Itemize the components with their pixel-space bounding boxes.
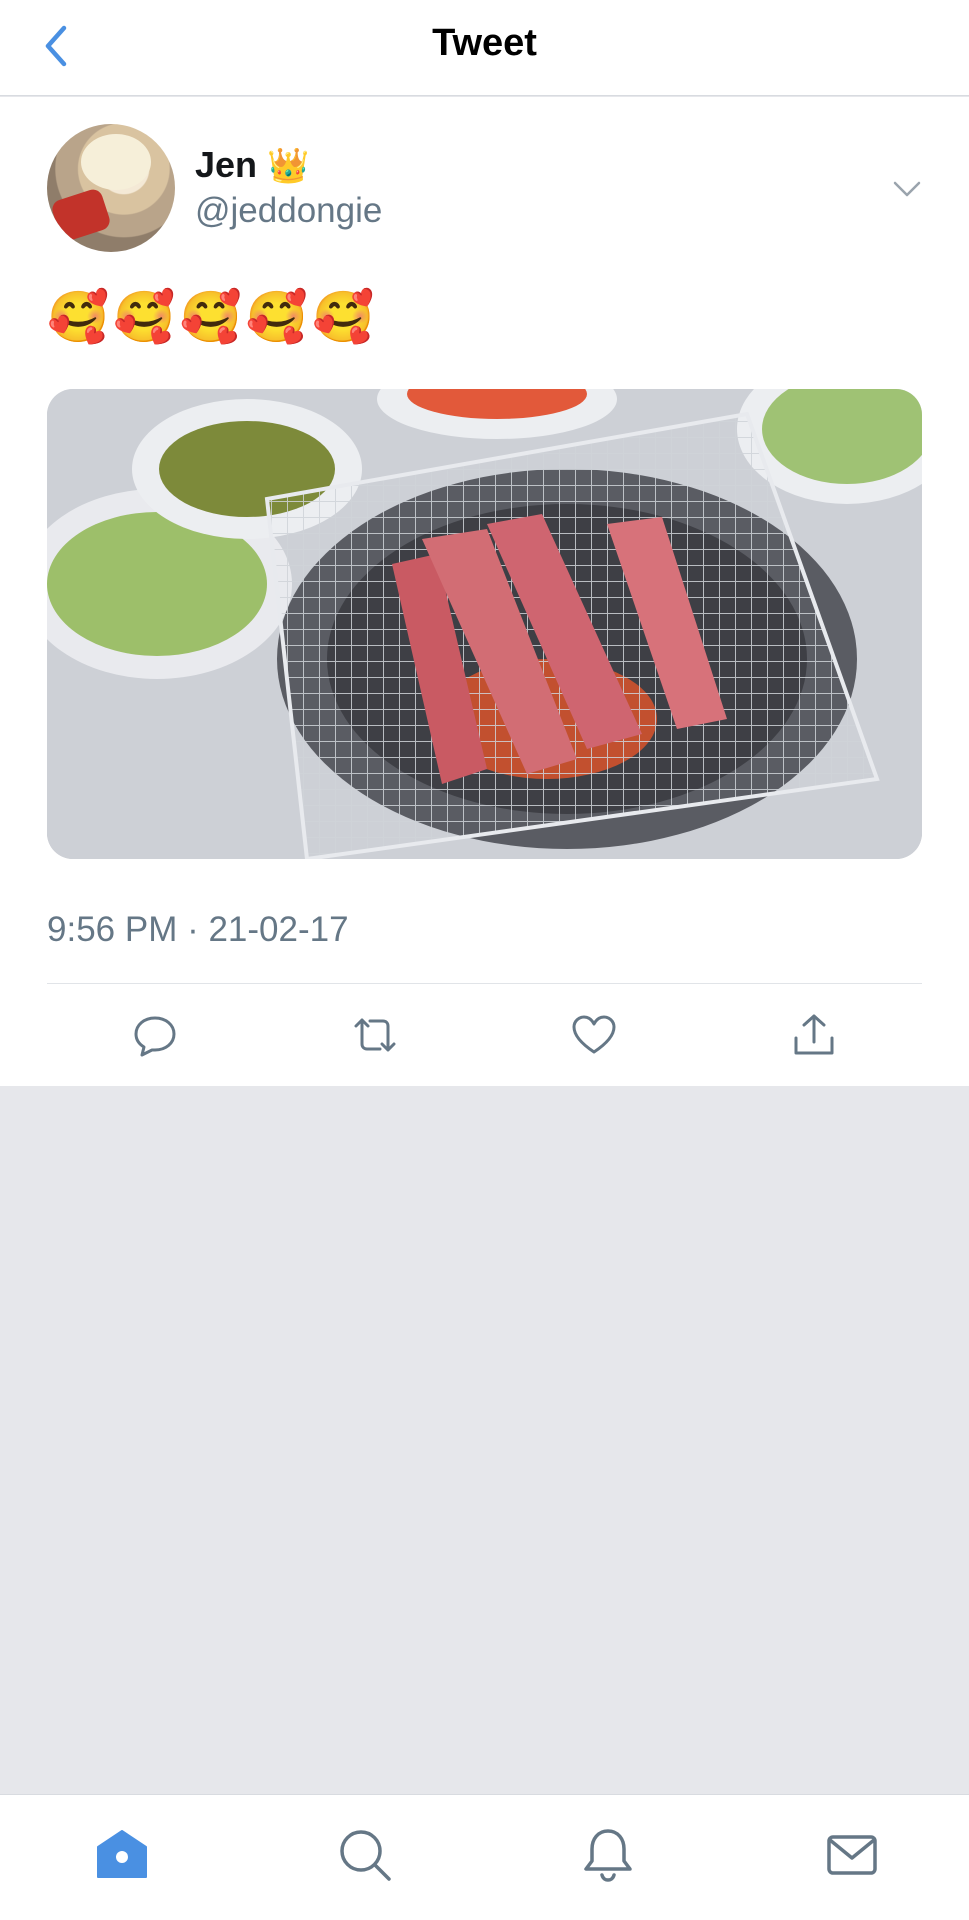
tweet-card: Jen 👑 @jeddongie 🥰🥰🥰🥰🥰 9:56 PM · 21-02-1… bbox=[0, 97, 969, 1086]
tab-search[interactable] bbox=[335, 1825, 395, 1885]
tab-messages[interactable] bbox=[822, 1825, 882, 1885]
tweet-options-button[interactable] bbox=[887, 169, 927, 209]
share-button[interactable] bbox=[789, 1010, 839, 1060]
reply-icon bbox=[134, 1016, 176, 1057]
tweet-actions bbox=[0, 984, 969, 1086]
avatar[interactable] bbox=[47, 124, 175, 252]
bell-icon bbox=[584, 1829, 632, 1882]
tweet-photo[interactable] bbox=[47, 389, 922, 859]
bbq-grill-photo bbox=[47, 389, 922, 859]
chevron-down-icon bbox=[893, 181, 921, 197]
like-button[interactable] bbox=[569, 1010, 619, 1060]
bottom-tab-bar bbox=[0, 1794, 969, 1920]
heart-icon bbox=[572, 1015, 616, 1054]
top-navigation-bar: Tweet bbox=[0, 0, 969, 96]
author-name: Jen bbox=[195, 144, 258, 185]
crown-emoji: 👑 bbox=[267, 147, 310, 185]
share-icon bbox=[794, 1014, 834, 1055]
tab-home[interactable] bbox=[92, 1825, 152, 1885]
author-name-row[interactable]: Jen 👑 bbox=[195, 144, 309, 186]
search-icon bbox=[340, 1830, 391, 1881]
page-title: Tweet bbox=[432, 22, 537, 64]
author-handle[interactable]: @jeddongie bbox=[195, 191, 382, 231]
tweet-timestamp: 9:56 PM · 21-02-17 bbox=[47, 910, 349, 949]
tab-notifications[interactable] bbox=[578, 1825, 638, 1885]
reply-button[interactable] bbox=[130, 1010, 180, 1060]
tweet-detail-screen: Tweet Jen 👑 @jeddongie 🥰🥰🥰🥰🥰 9:56 PM · 2… bbox=[0, 0, 969, 1920]
retweet-icon bbox=[354, 1018, 396, 1052]
tweet-text: 🥰🥰🥰🥰🥰 bbox=[47, 289, 379, 345]
home-icon bbox=[97, 1830, 147, 1878]
mail-icon bbox=[827, 1835, 877, 1875]
retweet-button[interactable] bbox=[350, 1010, 400, 1060]
